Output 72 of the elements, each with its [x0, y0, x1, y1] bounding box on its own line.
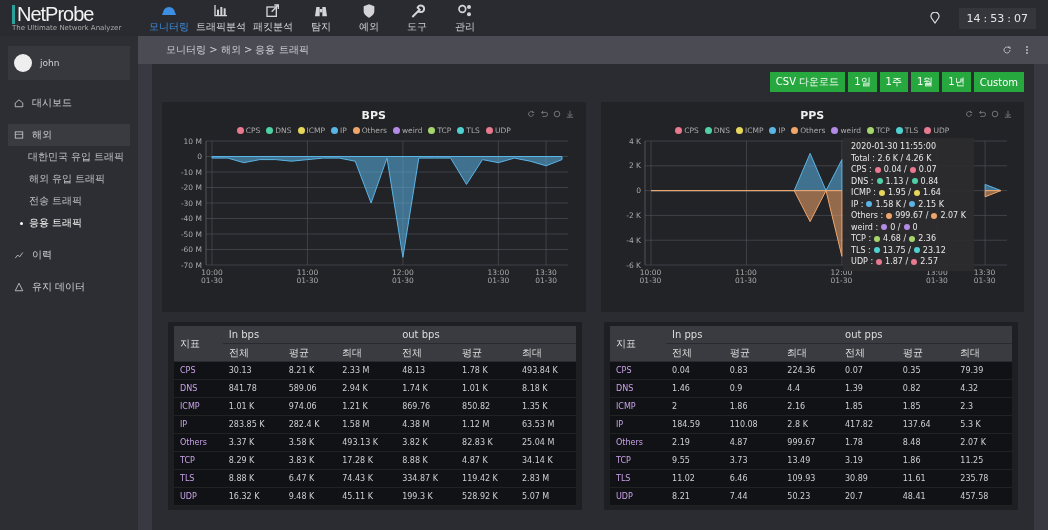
nav-tab[interactable]: 탐지: [298, 2, 344, 34]
tooltip-value: 2.57: [920, 256, 938, 268]
tooltip-value: 0: [912, 221, 918, 233]
tooltip-label: IP :: [851, 198, 864, 210]
tooltip-value: 0.07: [918, 164, 937, 176]
table-header: 지표: [610, 326, 667, 362]
clock: 14 : 53 : 07: [958, 7, 1036, 29]
undo-icon[interactable]: [539, 110, 548, 118]
tooltip-value: 23.12: [922, 244, 946, 256]
tooltip-total: Total : 2.6 K / 4.26 K: [851, 152, 933, 164]
tooltip-value: 1.13 /: [885, 175, 909, 187]
table-header: out bps: [396, 326, 576, 344]
nav-tab[interactable]: 패킷분석: [250, 2, 296, 34]
sidebar-subitem[interactable]: 응용 트래픽: [8, 212, 130, 234]
nav-tab[interactable]: 관리: [442, 2, 488, 34]
avatar: [14, 54, 32, 72]
nav-tab[interactable]: 도구: [394, 2, 440, 34]
tooltip-value: 1.64: [923, 187, 941, 199]
tooltip-value: 13.75 /: [882, 244, 911, 256]
tooltip-label: TCP :: [851, 233, 872, 245]
tooltip-value: 2.15 K: [918, 198, 944, 210]
tooltip-value: 999.67 /: [895, 210, 929, 222]
refresh-icon[interactable]: [1002, 45, 1012, 55]
user-name: john: [40, 58, 60, 68]
sidebar-item[interactable]: 대시보드: [8, 92, 130, 114]
tooltip-value: 0.84: [920, 175, 939, 187]
tooltip-label: weird :: [851, 221, 879, 233]
bar-chart-icon: [213, 2, 229, 19]
table-header: 지표: [174, 326, 223, 362]
tooltip-value: 0 /: [890, 221, 901, 233]
tooltip-label: Others :: [851, 210, 884, 222]
sidebar-item[interactable]: 이력: [8, 244, 130, 266]
tooltip-time: 2020-01-30 11:55:00: [851, 141, 937, 153]
tooltip-value: 2.07 K: [940, 210, 966, 222]
refresh-icon[interactable]: [965, 110, 973, 118]
location-icon[interactable]: [928, 12, 941, 24]
tooltip-value: 0.04 /: [883, 164, 907, 176]
tooltip-value: 2.36: [918, 233, 936, 245]
tooltip-value: 1.58 K /: [875, 198, 907, 210]
tooltip-value: 4.68 /: [883, 233, 907, 245]
table-header: out pps: [839, 326, 1012, 344]
window-icon: [14, 130, 24, 140]
download-icon[interactable]: [1004, 110, 1012, 118]
tooltip-label: ICMP :: [851, 187, 876, 199]
nav-tab[interactable]: 예외: [346, 2, 392, 34]
tooltip-value: 1.87 /: [885, 256, 909, 268]
chart-title: PPS: [800, 108, 825, 122]
refresh-icon[interactable]: [526, 110, 535, 118]
sidebar-item[interactable]: 유지 데이터: [8, 276, 130, 298]
table-header: In bps: [222, 326, 397, 344]
sidebar-subitem[interactable]: 대한민국 유입 트래픽: [8, 146, 130, 168]
nav-tab[interactable]: 트래픽분석: [194, 2, 248, 34]
table-header: In pps: [666, 326, 839, 344]
breadcrumb: 모니터링 > 해외 > 응용 트래픽: [166, 43, 310, 57]
nav-tab[interactable]: 모니터링: [146, 2, 192, 34]
chart-title: BPS: [361, 108, 386, 122]
tooltip-label: CPS :: [851, 164, 872, 176]
download-icon[interactable]: [565, 110, 574, 118]
sidebar-item[interactable]: 해외: [8, 124, 130, 146]
tooltip-label: UDP :: [851, 256, 874, 268]
external-link-icon: [265, 2, 281, 19]
nodes-icon: [457, 2, 473, 19]
sidebar-subitem[interactable]: 전송 트래픽: [8, 190, 130, 212]
undo-icon[interactable]: [978, 110, 986, 118]
tooltip-label: DNS :: [851, 175, 874, 187]
app-logo[interactable]: NetProbe: [12, 4, 94, 24]
sidebar-subitem[interactable]: 해외 유입 트래픽: [8, 168, 130, 190]
warning-icon: [14, 282, 24, 292]
tooltip-value: 1.95 /: [887, 187, 911, 199]
line-chart-icon: [14, 250, 24, 260]
shield-icon: [361, 2, 377, 19]
tooltip-label: TLS :: [851, 244, 871, 256]
